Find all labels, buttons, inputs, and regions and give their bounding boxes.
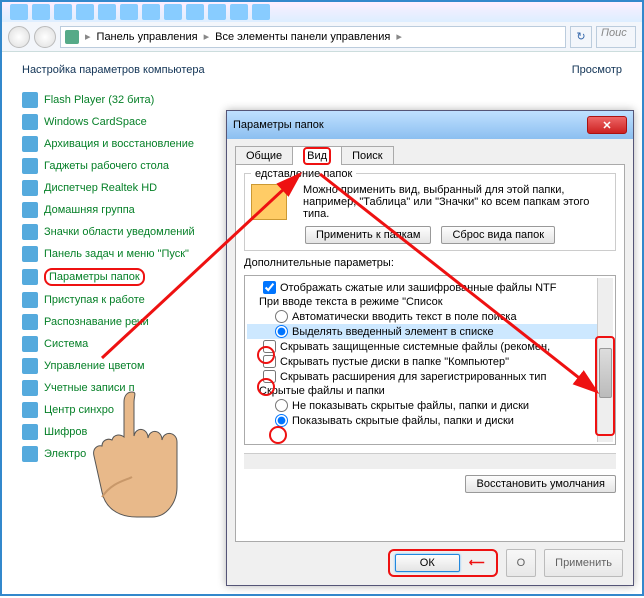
- cpanel-item-icon: [22, 402, 38, 418]
- adv-option[interactable]: Скрывать расширения для зарегистрированн…: [247, 369, 613, 384]
- adv-option-label: Скрывать расширения для зарегистрированн…: [280, 371, 546, 383]
- advanced-label: Дополнительные параметры:: [244, 257, 616, 269]
- control-panel-icon: [65, 30, 79, 44]
- adv-option[interactable]: Выделять введенный элемент в списке: [247, 324, 613, 339]
- cpanel-item-icon: [22, 358, 38, 374]
- adv-option-label: Не показывать скрытые файлы, папки и дис…: [292, 400, 529, 412]
- advanced-settings-list[interactable]: Отображать сжатые или зашифрованные файл…: [244, 275, 616, 445]
- annotation-ring: [269, 426, 287, 444]
- view-label: Просмотр: [572, 64, 622, 76]
- cpanel-item-label: Диспетчер Realtek HD: [44, 182, 157, 194]
- tab-search[interactable]: Поиск: [341, 146, 393, 165]
- cpanel-item-label: Гаджеты рабочего стола: [44, 160, 169, 172]
- adv-option-label: Выделять введенный элемент в списке: [292, 326, 494, 338]
- taskbar-thumbs: [2, 2, 642, 22]
- cpanel-item-label: Центр синхро: [44, 404, 114, 416]
- cpanel-item-label: Шифров: [44, 426, 87, 438]
- cpanel-item-label: Домашняя группа: [44, 204, 135, 216]
- cpanel-item-icon: [22, 314, 38, 330]
- group-desc: Можно применить вид, выбранный для этой …: [303, 184, 609, 220]
- cpanel-item-label: Архивация и восстановление: [44, 138, 194, 150]
- cpanel-item-icon: [22, 136, 38, 152]
- cpanel-item-icon: [22, 380, 38, 396]
- cpanel-item-label: Панель задач и меню "Пуск": [44, 248, 189, 260]
- cpanel-item-label: Приступая к работе: [44, 294, 145, 306]
- adv-option-label: Скрывать пустые диски в папке "Компьютер…: [280, 356, 509, 368]
- refresh-button[interactable]: ↻: [570, 26, 592, 48]
- adv-option[interactable]: Скрытые файлы и папки: [247, 384, 613, 398]
- cpanel-item-icon: [22, 269, 38, 285]
- radio[interactable]: [275, 414, 288, 427]
- cpanel-item-icon: [22, 292, 38, 308]
- cpanel-item-label: Электро: [44, 448, 86, 460]
- cpanel-item-icon: [22, 446, 38, 462]
- cpanel-item-label: Параметры папок: [49, 271, 140, 283]
- cpanel-item-label: Распознавание речи: [44, 316, 149, 328]
- adv-option-label: При вводе текста в режиме "Список: [259, 296, 443, 308]
- cpanel-item-icon: [22, 224, 38, 240]
- cpanel-item-label: Система: [44, 338, 88, 350]
- nav-back-button[interactable]: [8, 26, 30, 48]
- folder-views-group: едставление папок Можно применить вид, в…: [244, 173, 616, 251]
- adv-option-label: Показывать скрытые файлы, папки и диски: [292, 415, 514, 427]
- tab-view[interactable]: Вид: [292, 146, 342, 165]
- adv-option[interactable]: При вводе текста в режиме "Список: [247, 295, 613, 309]
- radio[interactable]: [275, 399, 288, 412]
- cpanel-item-label: Учетные записи п: [44, 382, 135, 394]
- cpanel-item-label: Управление цветом: [44, 360, 145, 372]
- cpanel-item-label: Flash Player (32 бита): [44, 94, 154, 106]
- checkbox[interactable]: [263, 370, 276, 383]
- checkbox[interactable]: [263, 281, 276, 294]
- close-button[interactable]: ✕: [587, 116, 627, 134]
- adv-option[interactable]: Не показывать скрытые файлы, папки и дис…: [247, 398, 613, 413]
- scrollbar-horizontal[interactable]: [244, 453, 616, 469]
- folder-icon: [251, 184, 287, 220]
- crumb-2[interactable]: Все элементы панели управления: [215, 31, 390, 43]
- cpanel-item-icon: [22, 114, 38, 130]
- dialog-titlebar[interactable]: Параметры папок ✕: [227, 111, 633, 139]
- adv-option-label: Отображать сжатые или зашифрованные файл…: [280, 282, 556, 294]
- search-input[interactable]: Поис: [596, 26, 636, 48]
- folder-options-dialog: Параметры папок ✕ Общие Вид Поиск едстав…: [226, 110, 634, 586]
- cancel-button[interactable]: О: [506, 549, 537, 577]
- adv-option[interactable]: Автоматически вводить текст в поле поиск…: [247, 309, 613, 324]
- address-bar: ▸ Панель управления ▸ Все элементы панел…: [2, 22, 642, 52]
- cpanel-item-icon: [22, 246, 38, 262]
- adv-option-label: Скрытые файлы и папки: [259, 385, 385, 397]
- annotation-ok-highlight: ОК ⟵: [388, 549, 498, 577]
- cpanel-item-label: Windows CardSpace: [44, 116, 147, 128]
- checkbox[interactable]: [263, 340, 276, 353]
- checkbox[interactable]: [263, 355, 276, 368]
- cpanel-item[interactable]: Flash Player (32 бита): [22, 92, 622, 108]
- cpanel-item-icon: [22, 336, 38, 352]
- annotation-scroll-highlight: [595, 336, 615, 436]
- tab-general[interactable]: Общие: [235, 146, 293, 165]
- adv-option[interactable]: Показывать скрытые файлы, папки и диски: [247, 413, 613, 428]
- cpanel-item-icon: [22, 202, 38, 218]
- cpanel-item-icon: [22, 158, 38, 174]
- cpanel-item-icon: [22, 180, 38, 196]
- cpanel-item-label: Значки области уведомлений: [44, 226, 195, 238]
- adv-option[interactable]: Скрывать пустые диски в папке "Компьютер…: [247, 354, 613, 369]
- ok-button[interactable]: ОК: [395, 554, 460, 572]
- breadcrumb[interactable]: ▸ Панель управления ▸ Все элементы панел…: [60, 26, 566, 48]
- adv-option[interactable]: Скрывать защищенные системные файлы (рек…: [247, 339, 613, 354]
- apply-button[interactable]: Применить: [544, 549, 623, 577]
- dialog-title: Параметры папок: [233, 119, 324, 131]
- crumb-1[interactable]: Панель управления: [97, 31, 198, 43]
- cpanel-item-icon: [22, 92, 38, 108]
- tabs: Общие Вид Поиск: [235, 145, 625, 164]
- cpanel-item-icon: [22, 424, 38, 440]
- apply-to-folders-button[interactable]: Применить к папкам: [305, 226, 432, 244]
- adv-option[interactable]: Отображать сжатые или зашифрованные файл…: [247, 280, 613, 295]
- adv-option-label: Скрывать защищенные системные файлы (рек…: [280, 341, 550, 353]
- annotation-arrow-icon: ⟵: [469, 557, 485, 569]
- reset-folders-button[interactable]: Сброс вида папок: [441, 226, 555, 244]
- radio[interactable]: [275, 310, 288, 323]
- restore-defaults-button[interactable]: Восстановить умолчания: [465, 475, 616, 493]
- page-title: Настройка параметров компьютера: [22, 64, 205, 76]
- adv-option-label: Автоматически вводить текст в поле поиск…: [292, 311, 517, 323]
- radio[interactable]: [275, 325, 288, 338]
- nav-fwd-button[interactable]: [34, 26, 56, 48]
